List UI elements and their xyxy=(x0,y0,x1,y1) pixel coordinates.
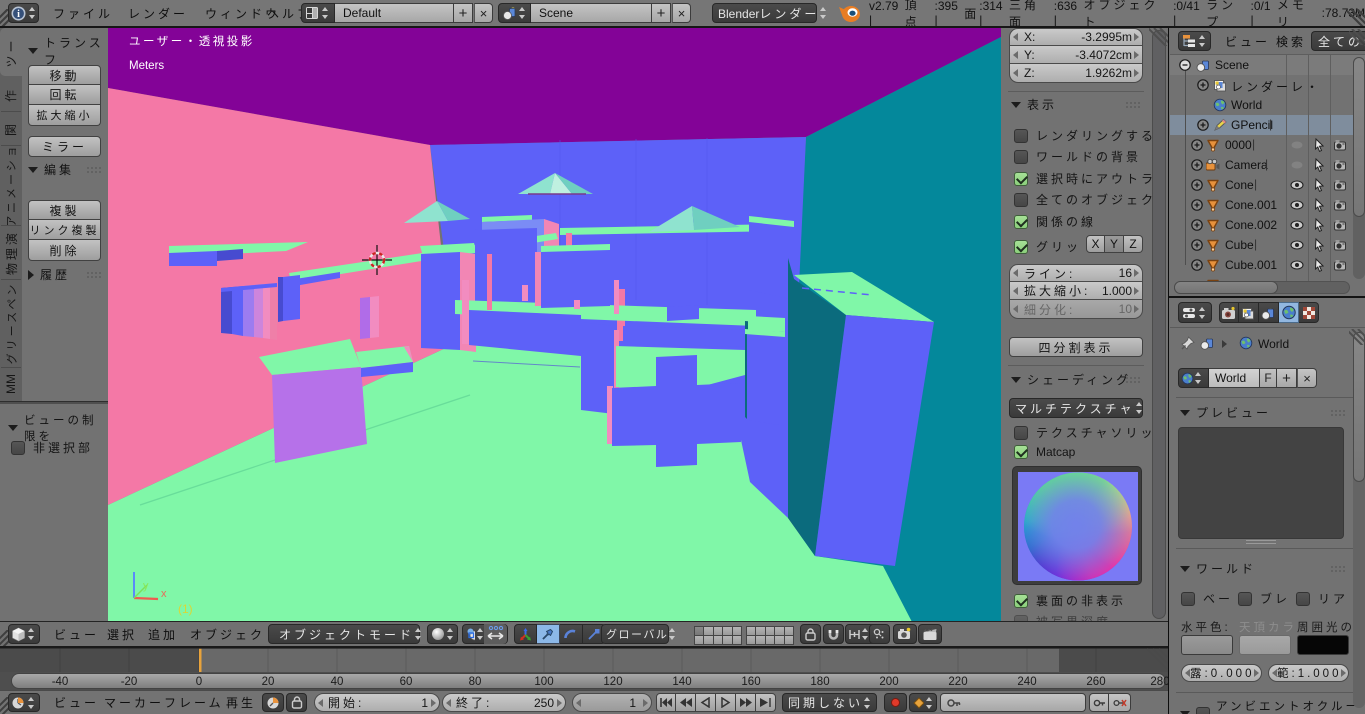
svg-text:ユーザー・透視投影: ユーザー・透視投影 xyxy=(129,34,255,48)
svg-text:x: x xyxy=(161,588,167,600)
svg-text:20: 20 xyxy=(262,676,275,688)
svg-text:60: 60 xyxy=(400,676,413,688)
svg-text:40: 40 xyxy=(331,676,344,688)
svg-text:180: 180 xyxy=(810,676,829,688)
svg-text:220: 220 xyxy=(948,676,967,688)
svg-text:160: 160 xyxy=(741,676,760,688)
svg-text:240: 240 xyxy=(1017,676,1036,688)
svg-text:-20: -20 xyxy=(121,676,138,688)
svg-text:-40: -40 xyxy=(52,676,69,688)
svg-text:(1): (1) xyxy=(178,602,193,616)
svg-text:260: 260 xyxy=(1086,676,1105,688)
svg-text:Meters: Meters xyxy=(129,60,164,72)
svg-text:140: 140 xyxy=(672,676,691,688)
svg-text:100: 100 xyxy=(534,676,553,688)
svg-text:0: 0 xyxy=(196,676,202,688)
svg-text:200: 200 xyxy=(879,676,898,688)
svg-text:120: 120 xyxy=(603,676,622,688)
svg-text:i: i xyxy=(17,9,20,20)
svg-text:280: 280 xyxy=(1150,676,1168,688)
svg-text:80: 80 xyxy=(469,676,482,688)
svg-text:y: y xyxy=(143,580,149,592)
